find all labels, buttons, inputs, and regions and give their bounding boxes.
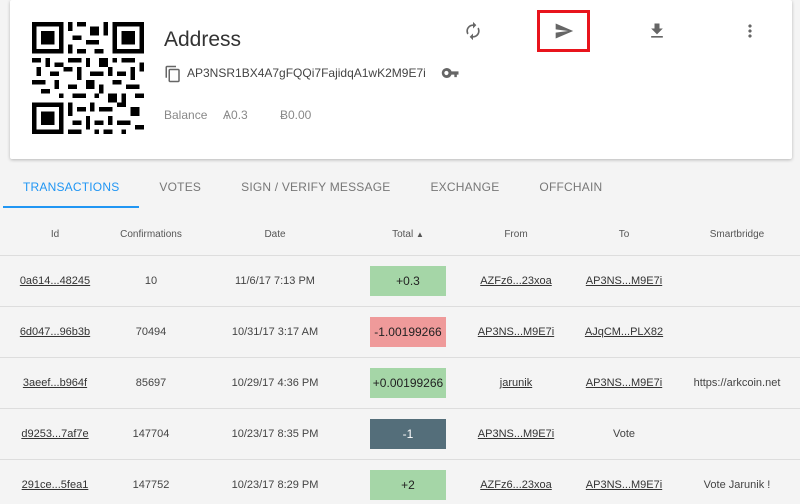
tx-to-link[interactable]: AP3NS...M9E7i [586,377,662,389]
tx-confirmations: 85697 [135,377,167,389]
table-body: 0a614...48245 10 11/6/17 7:13 PM +0.3 AZFz6.… [0,256,800,504]
table-row: 3aeef...b964f 85697 10/29/17 4:36 PM +0.001… [0,358,800,409]
header-id[interactable]: Id [0,229,110,240]
refresh-icon [466,21,480,41]
header-confirmations[interactable]: Confirmations [110,229,192,240]
table-row: d9253...7af7e 147704 10/23/17 8:35 PM -1 AP3… [0,409,800,460]
tab-transactions[interactable]: TRANSACTIONS [3,168,140,208]
tx-confirmations: 10 [144,275,158,287]
tx-date: 10/31/17 3:17 AM [231,326,319,338]
balance-label: Balance [164,108,208,122]
header-total[interactable]: Total ▲ [358,229,458,240]
table-row: 0a614...48245 10 11/6/17 7:13 PM +0.3 AZFz6.… [0,256,800,307]
download-icon [651,23,663,38]
table-row: 6d047...96b3b 70494 10/31/17 3:17 AM -1.001… [0,307,800,358]
tx-id-link[interactable]: 6d047...96b3b [20,326,90,338]
tx-date: 10/23/17 8:35 PM [231,428,319,440]
tx-to-text: Vote [612,428,636,440]
tx-id-link[interactable]: 3aeef...b964f [23,377,87,389]
balance-ark: Ѧ0.3 [223,108,248,122]
sort-asc-icon: ▲ [415,230,424,239]
tx-id-link[interactable]: 291ce...5fea1 [22,479,89,491]
tx-id-link[interactable]: d9253...7af7e [21,428,88,440]
tx-date: 11/6/17 7:13 PM [235,275,315,287]
header-smartbridge[interactable]: Smartbridge [674,229,800,240]
tab-bar: TRANSACTIONS VOTES SIGN / VERIFY MESSAGE… [3,168,622,208]
copy-icon[interactable] [164,64,182,84]
tx-smartbridge: https://arkcoin.net [693,377,781,389]
refresh-button[interactable] [460,18,486,44]
account-card: Address AP3NSR1BX4A7gFQQi7FajidqA1wK2M9E… [10,0,792,159]
transactions-table: Id Confirmations Date Total ▲ From To Sm… [0,214,800,504]
download-button[interactable] [644,18,670,44]
tx-amount-badge: +2 [370,470,446,500]
tx-smartbridge: Vote Jarunik ! [703,479,771,491]
tab-offchain[interactable]: OFFCHAIN [519,168,622,208]
tx-from-link[interactable]: jarunik [500,377,532,389]
tab-sign-verify[interactable]: SIGN / VERIFY MESSAGE [221,168,410,208]
tx-to-link[interactable]: AJqCM...PLX82 [585,326,663,338]
tx-from-link[interactable]: AZFz6...23xoa [480,479,552,491]
tx-from-link[interactable]: AP3NS...M9E7i [478,428,554,440]
tx-amount-badge: -1 [370,419,446,449]
header-from[interactable]: From [458,229,574,240]
header-to[interactable]: To [574,229,674,240]
table-header: Id Confirmations Date Total ▲ From To Sm… [0,214,800,256]
header-date[interactable]: Date [192,229,358,240]
tx-to-link[interactable]: AP3NS...M9E7i [586,479,662,491]
more-options-button[interactable] [737,18,763,44]
tx-id-link[interactable]: 0a614...48245 [20,275,90,287]
balance-btc: Ƀ0.00 [280,108,312,122]
tx-confirmations: 70494 [135,326,167,338]
more-vert-icon [748,24,752,38]
tx-confirmations: 147704 [132,428,170,440]
qr-code [32,22,144,134]
tx-amount-badge: -1.00199266 [370,317,446,347]
tx-from-link[interactable]: AZFz6...23xoa [480,275,552,287]
tx-date: 10/23/17 8:29 PM [231,479,319,491]
key-icon[interactable] [441,66,461,80]
table-row: 291ce...5fea1 147752 10/23/17 8:29 PM +2 AZF… [0,460,800,504]
address-title: Address [164,28,242,51]
tx-date: 10/29/17 4:36 PM [231,377,319,389]
tx-to-link[interactable]: AP3NS...M9E7i [586,275,662,287]
tx-amount-badge: +0.3 [370,266,446,296]
send-button[interactable] [537,10,590,52]
tx-amount-badge: +0.00199266 [370,368,446,398]
header-total-label: Total [392,229,414,240]
tab-exchange[interactable]: EXCHANGE [410,168,519,208]
tab-votes[interactable]: VOTES [139,168,221,208]
address-value: AP3NSR1BX4A7gFQQi7FajidqA1wK2M9E7i [187,66,426,80]
send-icon [555,23,573,39]
tx-confirmations: 147752 [132,479,170,491]
tx-from-link[interactable]: AP3NS...M9E7i [478,326,554,338]
